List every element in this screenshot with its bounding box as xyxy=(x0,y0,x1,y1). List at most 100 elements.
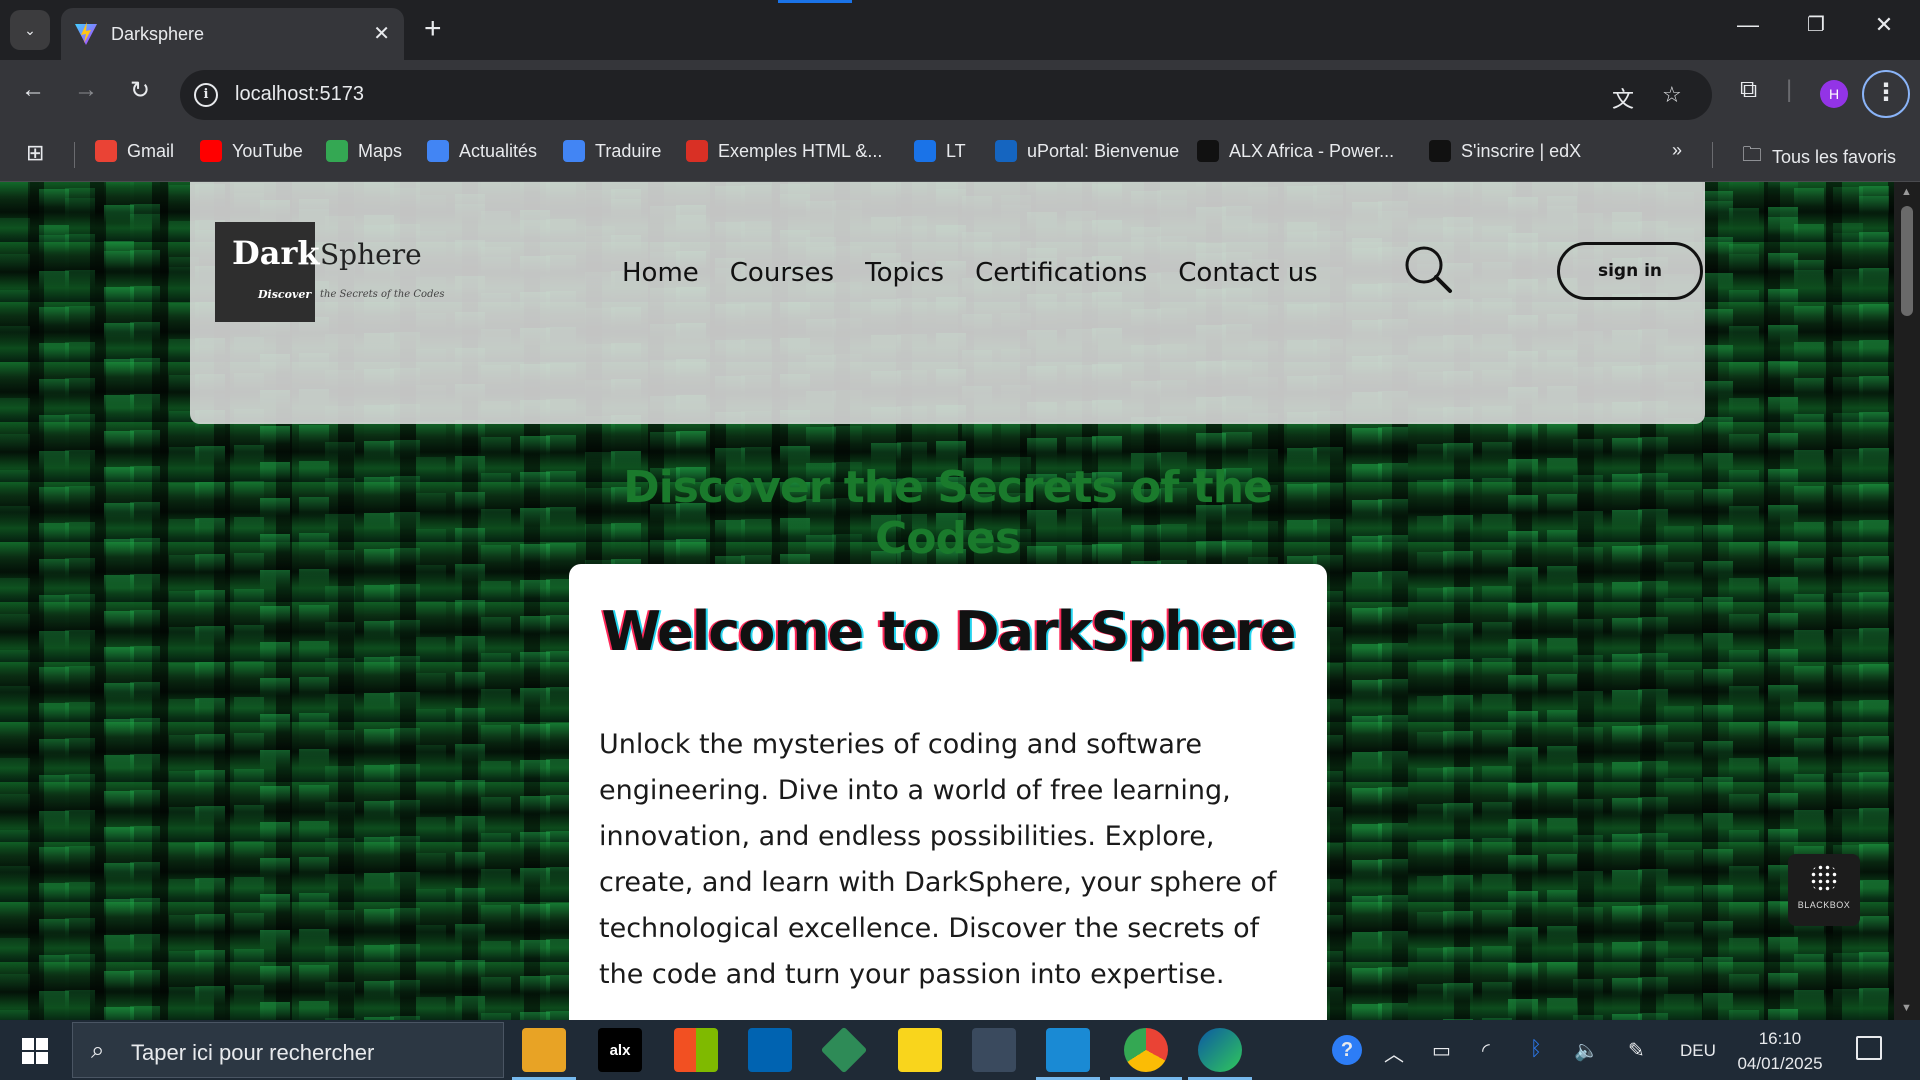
nav-courses[interactable]: Courses xyxy=(730,258,834,288)
clock-date: 04/01/2025 xyxy=(1737,1054,1823,1073)
bluetooth-icon[interactable]: ᛒ xyxy=(1530,1038,1542,1061)
help-icon[interactable]: ? xyxy=(1332,1035,1362,1065)
edx-icon xyxy=(1429,140,1451,162)
all-bookmarks-label: Tous les favoris xyxy=(1772,146,1897,167)
back-button[interactable]: ← xyxy=(15,76,51,104)
welcome-card: Welcome to DarkSphere Unlock the mysteri… xyxy=(569,564,1327,1020)
chevron-up-icon[interactable]: ︿ xyxy=(1384,1038,1404,1067)
bookmark-item[interactable]: LT xyxy=(914,140,966,162)
blackbox-logo-icon xyxy=(1810,864,1838,892)
bookmark-icon xyxy=(914,140,936,162)
bookmark-item[interactable]: Actualités xyxy=(427,140,537,162)
bookmark-item[interactable]: ALX Africa - Power... xyxy=(1197,140,1394,162)
search-icon[interactable] xyxy=(1403,244,1455,296)
welcome-text: Unlock the mysteries of coding and softw… xyxy=(599,729,1277,990)
bookmark-item[interactable]: S'inscrire | edX xyxy=(1429,140,1581,162)
window-app-icon[interactable] xyxy=(748,1028,792,1072)
edge-icon[interactable] xyxy=(1198,1028,1242,1072)
sign-in-button[interactable]: sign in xyxy=(1557,242,1703,300)
alx-icon[interactable]: alx xyxy=(598,1028,642,1072)
nav-home[interactable]: Home xyxy=(622,258,699,288)
microsoft-store-icon[interactable] xyxy=(674,1028,718,1072)
forward-button[interactable]: → xyxy=(68,76,104,104)
logo-text-sphere: Sphere xyxy=(320,238,422,271)
bookmark-icon xyxy=(686,140,708,162)
bookmark-item[interactable]: Gmail xyxy=(95,140,174,162)
bookmark-label: S'inscrire | edX xyxy=(1461,140,1582,161)
file-explorer-icon[interactable] xyxy=(522,1028,566,1072)
scroll-thumb[interactable] xyxy=(1901,206,1913,316)
language-indicator[interactable]: DEU xyxy=(1680,1041,1716,1061)
translate-icon[interactable]: 文 xyxy=(1612,82,1634,114)
chevron-down-icon: ⌄ xyxy=(24,21,36,38)
notification-center-icon[interactable] xyxy=(1856,1036,1882,1060)
url-text[interactable]: localhost:5173 xyxy=(235,83,364,106)
bookmark-label: Exemples HTML &... xyxy=(718,140,883,161)
profile-avatar[interactable]: H xyxy=(1820,80,1848,108)
bookmark-item[interactable]: YouTube xyxy=(200,140,303,162)
blackbox-label: BLACKBOX xyxy=(1797,900,1851,910)
apps-grid-icon[interactable]: ⊞ xyxy=(26,140,44,166)
vscode-icon[interactable] xyxy=(1046,1028,1090,1072)
more-bookmarks-icon[interactable]: » xyxy=(1672,140,1682,161)
bookmark-star-icon[interactable]: ☆ xyxy=(1662,82,1682,108)
bookmark-item[interactable]: uPortal: Bienvenue xyxy=(995,140,1179,162)
chrome-icon[interactable] xyxy=(1124,1028,1168,1072)
git-icon[interactable] xyxy=(820,1026,868,1074)
logo-tagline: the Secrets of the Codes xyxy=(320,289,445,300)
rain-column xyxy=(65,182,95,1020)
volume-icon[interactable]: 🔈 xyxy=(1574,1038,1599,1063)
nav-certifications[interactable]: Certifications xyxy=(975,258,1147,288)
all-bookmarks-button[interactable]: 🗀 Tous les favoris xyxy=(1742,140,1896,174)
site-info-icon[interactable]: i xyxy=(194,83,218,107)
battery-icon[interactable]: ▭ xyxy=(1432,1038,1451,1063)
app-icon[interactable] xyxy=(972,1028,1016,1072)
restore-button[interactable]: ❐ xyxy=(1796,12,1836,37)
bookmark-label: uPortal: Bienvenue xyxy=(1027,140,1180,161)
bookmark-label: LT xyxy=(946,140,966,161)
search-icon: ⌕ xyxy=(91,1037,105,1064)
vite-favicon-icon xyxy=(75,22,97,45)
tab-search-button[interactable]: ⌄ xyxy=(10,10,50,50)
bookmark-separator xyxy=(74,142,75,168)
nav-topics[interactable]: Topics xyxy=(865,258,944,288)
scroll-up-icon[interactable]: ▲ xyxy=(1901,186,1912,198)
nav-contact-us[interactable]: Contact us xyxy=(1178,258,1317,288)
tab-close-icon[interactable]: ✕ xyxy=(373,21,390,46)
folder-icon: 🗀 xyxy=(1742,144,1762,166)
new-tab-button[interactable]: + xyxy=(424,12,442,46)
bookmark-label: Traduire xyxy=(595,140,662,161)
bookmark-item[interactable]: Traduire xyxy=(563,140,661,162)
wifi-icon[interactable]: ◜ xyxy=(1482,1038,1490,1063)
bookmark-item[interactable]: Exemples HTML &... xyxy=(686,140,882,162)
scroll-down-icon[interactable]: ▼ xyxy=(1901,1002,1912,1014)
logo-discover-text: Discover xyxy=(258,288,312,301)
close-window-button[interactable]: ✕ xyxy=(1864,12,1904,38)
minimize-button[interactable]: — xyxy=(1728,12,1768,38)
clock[interactable]: 16:10 04/01/2025 xyxy=(1730,1026,1830,1076)
address-bar[interactable]: i localhost:5173 文 ☆ xyxy=(180,70,1712,120)
clock-time: 16:10 xyxy=(1758,1029,1802,1048)
browser-tab-bar: ⌄ Darksphere ✕ + — ❐ ✕ xyxy=(0,0,1920,60)
rain-column xyxy=(1859,182,1889,1020)
loading-indicator xyxy=(778,0,852,3)
bookmark-label: YouTube xyxy=(232,140,303,161)
windows-taskbar: ⌕ Taper ici pour rechercher alx ? ︿ ▭ ◜ … xyxy=(0,1020,1920,1080)
windows-start-icon[interactable] xyxy=(22,1038,48,1064)
more-menu-button[interactable]: ⋮ xyxy=(1862,70,1910,118)
page-scrollbar[interactable]: ▲ ▼ xyxy=(1894,182,1920,1020)
reload-button[interactable]: ↻ xyxy=(122,76,158,105)
toolbar-divider: | xyxy=(1786,76,1793,103)
blackbox-widget[interactable]: BLACKBOX xyxy=(1788,854,1860,926)
site-header: Dark Sphere Discover the Secrets of the … xyxy=(190,182,1705,424)
taskbar-search[interactable]: ⌕ Taper ici pour rechercher xyxy=(72,1022,504,1078)
bookmarks-bar: ⊞ Gmail YouTube Maps Actualités Traduire Exem… xyxy=(0,128,1920,182)
active-tab[interactable]: Darksphere ✕ xyxy=(61,8,404,60)
sticky-notes-icon[interactable] xyxy=(898,1028,942,1072)
extensions-icon[interactable]: ⧉ xyxy=(1740,76,1757,104)
hero-tagline: Discover the Secrets of the Codes xyxy=(623,462,1273,564)
bookmark-label: Maps xyxy=(358,140,403,161)
maps-icon xyxy=(326,140,348,162)
pen-icon[interactable]: ✎ xyxy=(1628,1038,1645,1063)
bookmark-item[interactable]: Maps xyxy=(326,140,402,162)
